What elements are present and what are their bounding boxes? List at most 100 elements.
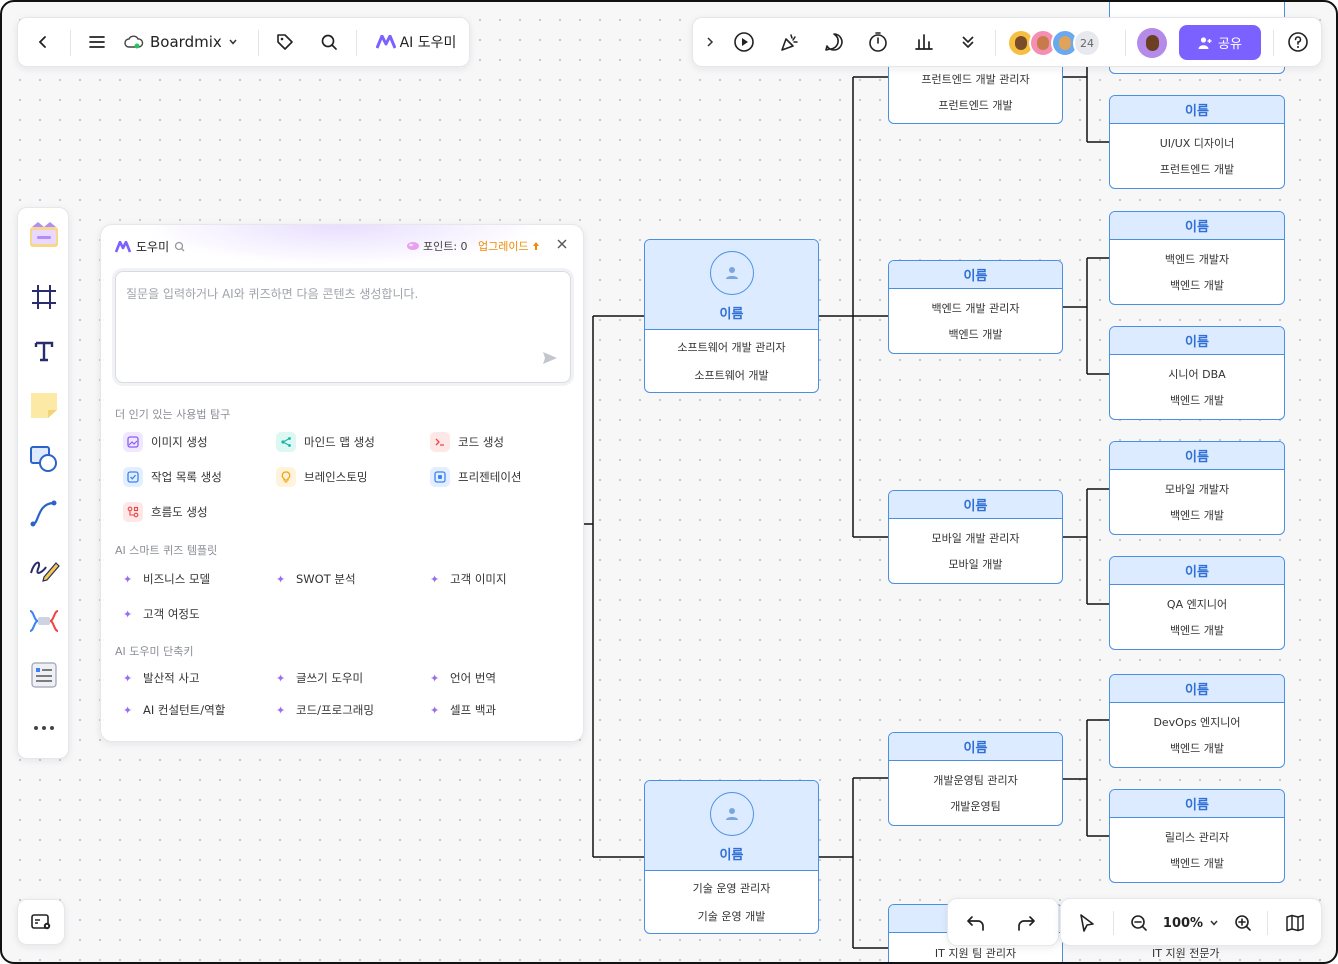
text-tool[interactable] <box>27 334 61 368</box>
text-icon <box>34 341 54 362</box>
quiz-item[interactable]: ✦ 고객 이미지 <box>430 571 507 587</box>
node-dept: 백엔드 개발 <box>948 328 1003 341</box>
minimap-button[interactable] <box>17 899 65 945</box>
user-avatar[interactable] <box>1137 28 1167 58</box>
quiz-item[interactable]: ✦ SWOT 분석 <box>276 571 356 587</box>
send-button[interactable] <box>542 350 558 370</box>
timer-button[interactable] <box>861 18 895 66</box>
close-button[interactable] <box>554 236 570 252</box>
presentation-icon <box>430 467 450 487</box>
shape-tool[interactable] <box>27 442 61 476</box>
popular-item-tasklist[interactable]: 작업 목록 생성 <box>123 467 222 487</box>
party-popper-icon <box>781 34 798 51</box>
org-node-uiux-designer[interactable]: 이름 UI/UX 디자이너 프런트엔드 개발 <box>1109 95 1285 189</box>
comment-button[interactable] <box>817 18 851 66</box>
shortcut-item[interactable]: ✦ 코드/프로그래밍 <box>276 702 374 718</box>
shortcut-item[interactable]: ✦ 언어 번역 <box>430 670 496 686</box>
popular-item-code[interactable]: 코드 생성 <box>430 432 504 452</box>
mind-map-tool[interactable] <box>27 604 61 638</box>
search-icon <box>321 34 337 50</box>
org-node-backend-developer[interactable]: 이름 백엔드 개발자 백엔드 개발 <box>1109 211 1285 305</box>
popular-item-presentation[interactable]: 프리젠테이션 <box>430 467 521 487</box>
zoom-level: 100% <box>1162 915 1204 931</box>
pen-tool[interactable] <box>27 550 61 584</box>
org-node-devops-manager[interactable]: 이름 개발운영팀 관리자 개발운영팀 <box>888 732 1063 826</box>
share-button[interactable]: 공유 <box>1179 25 1261 60</box>
chevron-down-icon <box>229 39 237 45</box>
shortcut-item[interactable]: ✦ AI 컨설턴트/역할 <box>123 702 225 718</box>
menu-button[interactable] <box>80 18 114 66</box>
popular-item-brainstorm[interactable]: 브레인스토밍 <box>276 467 367 487</box>
collapse-toolbar-button[interactable] <box>697 18 723 66</box>
chevron-left-icon <box>38 36 46 48</box>
celebrate-button[interactable] <box>773 18 807 66</box>
help-button[interactable] <box>1281 18 1315 66</box>
templates-button[interactable] <box>27 218 61 252</box>
node-role: QA 엔지니어 <box>1166 598 1228 611</box>
popular-item-label: 작업 목록 생성 <box>151 470 222 484</box>
sparkle-icon: ✦ <box>276 703 286 717</box>
tag-icon <box>277 34 293 50</box>
more-tools-button[interactable] <box>951 18 985 66</box>
popular-item-mindmap[interactable]: 마인드 맵 생성 <box>276 432 375 452</box>
help-icon <box>1288 32 1308 52</box>
guide-button[interactable] <box>1275 899 1315 947</box>
undo-icon <box>967 916 984 931</box>
org-node-tech-ops-manager[interactable]: 이름 기술 운영 관리자 기술 운영 개발 <box>644 780 819 934</box>
ai-prompt-input[interactable]: 질문을 입력하거나 AI와 퀴즈하면 다음 콘텐츠 생성합니다. <box>126 285 418 302</box>
collaborator-avatars[interactable]: 24 <box>1007 29 1101 57</box>
redo-icon <box>1018 916 1035 931</box>
sparkle-icon: ✦ <box>276 671 286 685</box>
node-role: 개발운영팀 관리자 <box>933 774 1018 787</box>
map-pin-icon <box>31 914 51 930</box>
org-node-devops-engineer[interactable]: 이름 DevOps 엔지니어 백엔드 개발 <box>1109 674 1285 768</box>
zoom-out-button[interactable] <box>1121 899 1157 947</box>
ai-helper-panel: 도우미 포인트: 0 업그레이드 질문을 입력하거나 AI와 퀴즈하면 다음 콘… <box>100 224 584 742</box>
node-name: 이름 <box>1110 442 1284 470</box>
org-node-qa-engineer[interactable]: 이름 QA 엔지니어 백엔드 개발 <box>1109 556 1285 650</box>
mindmap-icon <box>29 610 59 632</box>
tag-button[interactable] <box>268 18 302 66</box>
node-role: 프런트엔드 개발 관리자 <box>921 73 1030 86</box>
back-button[interactable] <box>24 18 62 66</box>
org-node-mobile-manager[interactable]: 이름 모바일 개발 관리자 모바일 개발 <box>888 490 1063 584</box>
quiz-item-label: 비즈니스 모델 <box>143 572 211 586</box>
upgrade-link[interactable]: 업그레이드 <box>478 238 540 254</box>
org-node-release-manager[interactable]: 이름 릴리스 관리자 백엔드 개발 <box>1109 789 1285 883</box>
search-icon <box>174 241 185 252</box>
sticky-note-tool[interactable] <box>27 388 61 422</box>
shortcut-item[interactable]: ✦ 글쓰기 도우미 <box>276 670 363 686</box>
select-tool-button[interactable] <box>1067 899 1107 947</box>
org-node-senior-dba[interactable]: 이름 시니어 DBA 백엔드 개발 <box>1109 326 1285 420</box>
org-node-software-dev-manager[interactable]: 이름 소프트웨어 개발 관리자 소프트웨어 개발 <box>644 239 819 393</box>
node-dept: 백엔드 개발 <box>1169 509 1225 522</box>
zoom-in-button[interactable] <box>1225 899 1261 947</box>
node-role: 릴리스 관리자 <box>1164 831 1230 844</box>
ai-prompt-box[interactable]: 질문을 입력하거나 AI와 퀴즈하면 다음 콘텐츠 생성합니다. <box>115 271 571 383</box>
quiz-item[interactable]: ✦ 비즈니스 모델 <box>123 571 210 587</box>
popular-item-image[interactable]: 이미지 생성 <box>123 432 208 452</box>
shortcut-item[interactable]: ✦ 셀프 백과 <box>430 702 496 718</box>
vote-button[interactable] <box>907 18 941 66</box>
sparkle-icon: ✦ <box>430 671 440 685</box>
more-tools-button[interactable] <box>27 714 61 742</box>
search-button[interactable] <box>312 18 346 66</box>
connector-tool[interactable] <box>27 496 61 530</box>
zoom-out-icon <box>1131 915 1147 931</box>
chevron-down-icon <box>1210 920 1218 926</box>
table-tool[interactable] <box>27 658 61 692</box>
org-node-backend-manager[interactable]: 이름 백엔드 개발 관리자 백엔드 개발 <box>888 260 1063 354</box>
redo-button[interactable] <box>1004 899 1048 947</box>
present-button[interactable] <box>727 18 761 66</box>
workspace-selector[interactable]: Boardmix <box>124 18 250 66</box>
shortcut-item[interactable]: ✦ 발산적 사고 <box>123 670 200 686</box>
ai-helper-button[interactable]: AI 도우미 <box>370 18 462 66</box>
shortcut-item-label: 언어 번역 <box>450 671 496 685</box>
zoom-level-dropdown[interactable]: 100% <box>1159 899 1223 947</box>
quiz-item[interactable]: ✦ 고객 여정도 <box>123 606 200 622</box>
org-node-mobile-developer[interactable]: 이름 모바일 개발자 백엔드 개발 <box>1109 441 1285 535</box>
canvas[interactable]: 프런트엔드 개발 관리자 프런트엔드 개발 이름 백엔드 개발 관리자 백엔드 … <box>0 0 1338 964</box>
frame-tool[interactable] <box>27 280 61 314</box>
undo-button[interactable] <box>954 899 998 947</box>
popular-item-flowchart[interactable]: 흐름도 생성 <box>123 502 208 522</box>
